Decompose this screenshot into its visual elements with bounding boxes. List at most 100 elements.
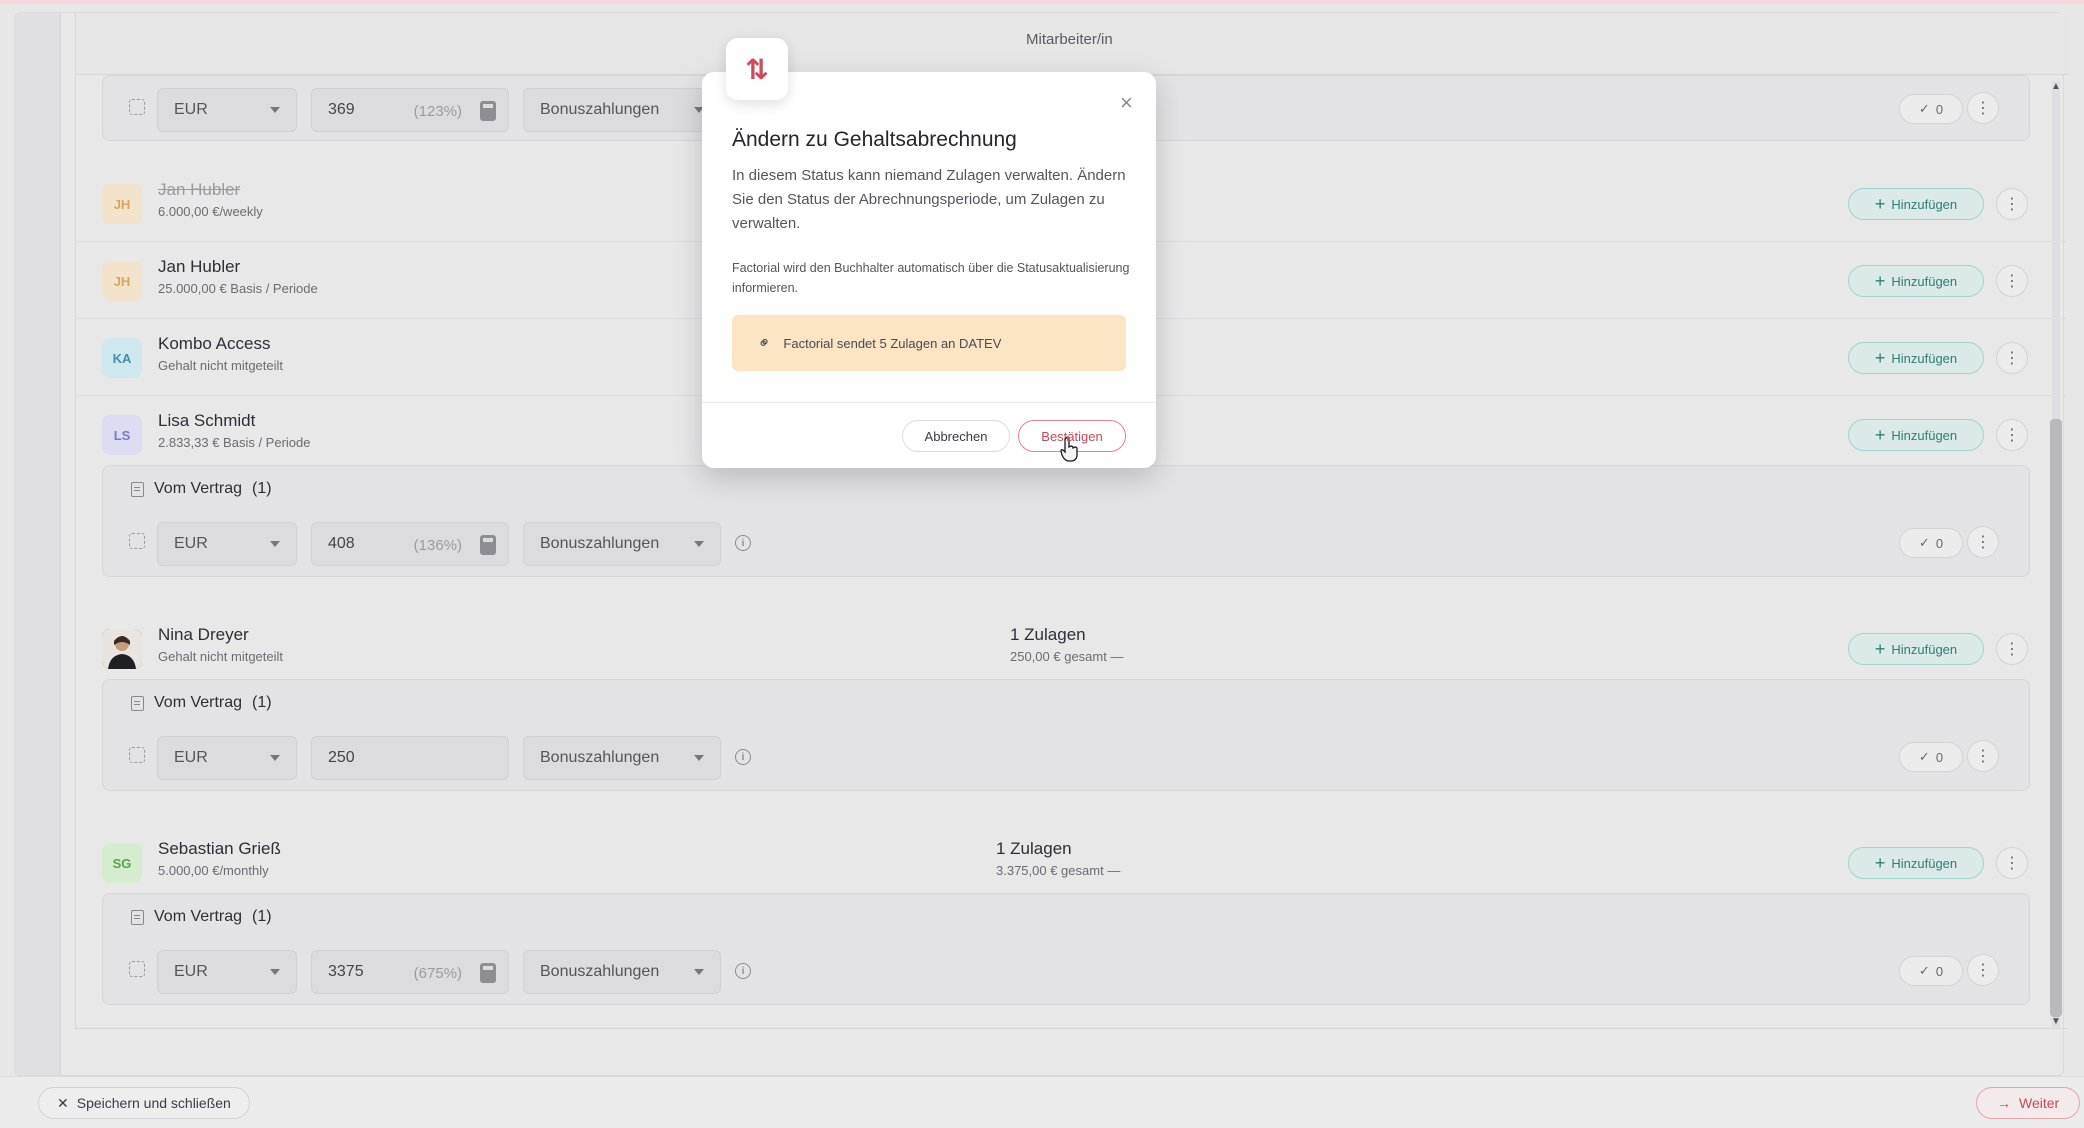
more-options-icon[interactable]: ⋮ bbox=[1967, 526, 1999, 558]
calculator-icon[interactable] bbox=[480, 101, 496, 121]
avatar: JH bbox=[102, 184, 142, 224]
footer-bar: ✕ Speichern und schließen → Weiter bbox=[0, 1076, 2084, 1128]
info-icon[interactable]: i bbox=[735, 535, 751, 551]
contract-box: Vom Vertrag (1) EUR 250 Bonuszahlungen i … bbox=[102, 679, 2030, 791]
check-icon: ✓ bbox=[1918, 535, 1930, 550]
currency-select[interactable]: EUR bbox=[157, 88, 297, 132]
type-select[interactable]: Bonuszahlungen bbox=[523, 736, 721, 780]
document-icon bbox=[131, 481, 144, 497]
more-options-icon[interactable]: ⋮ bbox=[1967, 740, 1999, 772]
caret-down-icon bbox=[270, 969, 280, 975]
plus-icon: + bbox=[1874, 639, 1886, 659]
contract-box: Vom Vertrag (1) EUR 408 (136%) Bonuszahlu… bbox=[102, 465, 2030, 577]
modal-note: Factorial wird den Buchhalter automatisc… bbox=[732, 261, 1130, 295]
employee-name: Kombo Access bbox=[158, 334, 271, 353]
add-allowance-button[interactable]: + Hinzufügen bbox=[1848, 265, 1984, 297]
add-allowance-button[interactable]: + Hinzufügen bbox=[1848, 419, 1984, 451]
drag-handle-icon[interactable] bbox=[129, 961, 145, 977]
close-icon[interactable]: × bbox=[1120, 90, 1133, 116]
add-allowance-button[interactable]: + Hinzufügen bbox=[1848, 188, 1984, 220]
type-select[interactable]: Bonuszahlungen bbox=[523, 522, 721, 566]
currency-select[interactable]: EUR bbox=[157, 736, 297, 780]
check-icon: ✓ bbox=[1918, 963, 1930, 978]
side-strip bbox=[15, 13, 61, 1075]
save-and-close-button[interactable]: ✕ Speichern und schließen bbox=[38, 1087, 250, 1119]
caret-down-icon bbox=[694, 969, 704, 975]
caret-down-icon bbox=[694, 541, 704, 547]
hand-cursor-icon bbox=[1060, 436, 1078, 462]
more-options-icon[interactable]: ⋮ bbox=[1996, 188, 2028, 220]
type-select[interactable]: Bonuszahlungen bbox=[523, 950, 721, 994]
info-icon[interactable]: i bbox=[735, 749, 751, 765]
more-options-icon[interactable]: ⋮ bbox=[1996, 847, 2028, 879]
avatar: LS bbox=[102, 415, 142, 455]
line-item: EUR 408 (136%) Bonuszahlungen i ✓ 0 ⋮ bbox=[103, 518, 2029, 566]
type-select[interactable]: Bonuszahlungen bbox=[523, 88, 721, 132]
employee-name: Nina Dreyer bbox=[158, 625, 249, 644]
employee-name: Jan Hubler bbox=[158, 257, 241, 276]
more-options-icon[interactable]: ⋮ bbox=[1996, 342, 2028, 374]
drag-handle-icon[interactable] bbox=[129, 747, 145, 763]
datev-info-banner: ⚭ Factorial sendet 5 Zulagen an DATEV bbox=[732, 315, 1126, 371]
add-allowance-button[interactable]: + Hinzufügen bbox=[1848, 633, 1984, 665]
more-options-icon[interactable]: ⋮ bbox=[1996, 265, 2028, 297]
swap-arrows-icon: ⇅ bbox=[726, 38, 788, 100]
amount-input[interactable]: 369 (123%) bbox=[311, 88, 509, 132]
calculator-icon[interactable] bbox=[480, 963, 496, 983]
employee-salary: 2.833,33 € Basis / Periode bbox=[158, 435, 311, 450]
plus-icon: + bbox=[1874, 271, 1886, 291]
amount-input[interactable]: 3375 (675%) bbox=[311, 950, 509, 994]
modal-divider bbox=[702, 402, 1156, 403]
check-icon: ✓ bbox=[1918, 101, 1930, 116]
document-icon bbox=[131, 695, 144, 711]
employee-row[interactable]: Nina Dreyer Gehalt nicht mitgeteilt 1 Zu… bbox=[76, 611, 2066, 687]
info-icon[interactable]: i bbox=[735, 963, 751, 979]
more-options-icon[interactable]: ⋮ bbox=[1967, 92, 1999, 124]
link-icon: ⚭ bbox=[754, 332, 776, 355]
drag-handle-icon[interactable] bbox=[129, 99, 145, 115]
currency-select[interactable]: EUR bbox=[157, 950, 297, 994]
plus-icon: + bbox=[1874, 194, 1886, 214]
modal-title: Ändern zu Gehaltsabrechnung bbox=[732, 128, 1017, 151]
column-title-employee: Mitarbeiter/in bbox=[1026, 31, 1113, 48]
add-allowance-button[interactable]: + Hinzufügen bbox=[1848, 342, 1984, 374]
more-options-icon[interactable]: ⋮ bbox=[1996, 419, 2028, 451]
employee-salary: 5.000,00 €/monthly bbox=[158, 863, 269, 878]
employee-name: Lisa Schmidt bbox=[158, 411, 256, 430]
avatar: SG bbox=[102, 843, 142, 883]
contract-section-title: Vom Vertrag (1) bbox=[131, 480, 272, 498]
contract-section-title: Vom Vertrag (1) bbox=[131, 908, 272, 926]
add-allowance-button[interactable]: + Hinzufügen bbox=[1848, 847, 1984, 879]
approve-pill[interactable]: ✓ 0 bbox=[1899, 528, 1963, 558]
status-change-modal: ⇅ × Ändern zu Gehaltsabrechnung In diese… bbox=[702, 38, 1156, 468]
arrow-right-icon: → bbox=[1997, 1095, 2011, 1111]
employee-salary: Gehalt nicht mitgeteilt bbox=[158, 358, 284, 373]
contract-box: Vom Vertrag (1) EUR 3375 (675%) Bonuszahl… bbox=[102, 893, 2030, 1005]
more-options-icon[interactable]: ⋮ bbox=[1996, 633, 2028, 665]
modal-description: In diesem Status kann niemand Zulagen ve… bbox=[732, 167, 1126, 232]
plus-icon: + bbox=[1874, 853, 1886, 873]
calculator-icon[interactable] bbox=[480, 535, 496, 555]
amount-input[interactable]: 250 bbox=[311, 736, 509, 780]
employee-row[interactable]: SG Sebastian Grieß 5.000,00 €/monthly 1 … bbox=[76, 825, 2066, 901]
amount-input[interactable]: 408 (136%) bbox=[311, 522, 509, 566]
next-button[interactable]: → Weiter bbox=[1976, 1087, 2081, 1119]
allowance-total: 3.375,00 € gesamt — bbox=[996, 863, 1121, 878]
scroll-down-icon[interactable]: ▼ bbox=[2051, 1016, 2061, 1027]
currency-select[interactable]: EUR bbox=[157, 522, 297, 566]
avatar: JH bbox=[102, 261, 142, 301]
scrollbar-thumb[interactable] bbox=[2050, 419, 2062, 1017]
employee-name: Sebastian Grieß bbox=[158, 839, 281, 858]
vertical-scrollbar[interactable]: ▲ ▼ bbox=[2048, 81, 2064, 1027]
allowance-total: 250,00 € gesamt — bbox=[1010, 649, 1124, 664]
drag-handle-icon[interactable] bbox=[129, 533, 145, 549]
approve-pill[interactable]: ✓ 0 bbox=[1899, 742, 1963, 772]
scroll-up-icon[interactable]: ▲ bbox=[2051, 81, 2061, 92]
cancel-button[interactable]: Abbrechen bbox=[902, 420, 1010, 452]
employee-salary: 25.000,00 € Basis / Periode bbox=[158, 281, 318, 296]
plus-icon: + bbox=[1874, 425, 1886, 445]
approve-pill[interactable]: ✓ 0 bbox=[1899, 956, 1963, 986]
approve-pill[interactable]: ✓ 0 bbox=[1899, 94, 1963, 124]
more-options-icon[interactable]: ⋮ bbox=[1967, 954, 1999, 986]
check-icon: ✓ bbox=[1918, 749, 1930, 764]
